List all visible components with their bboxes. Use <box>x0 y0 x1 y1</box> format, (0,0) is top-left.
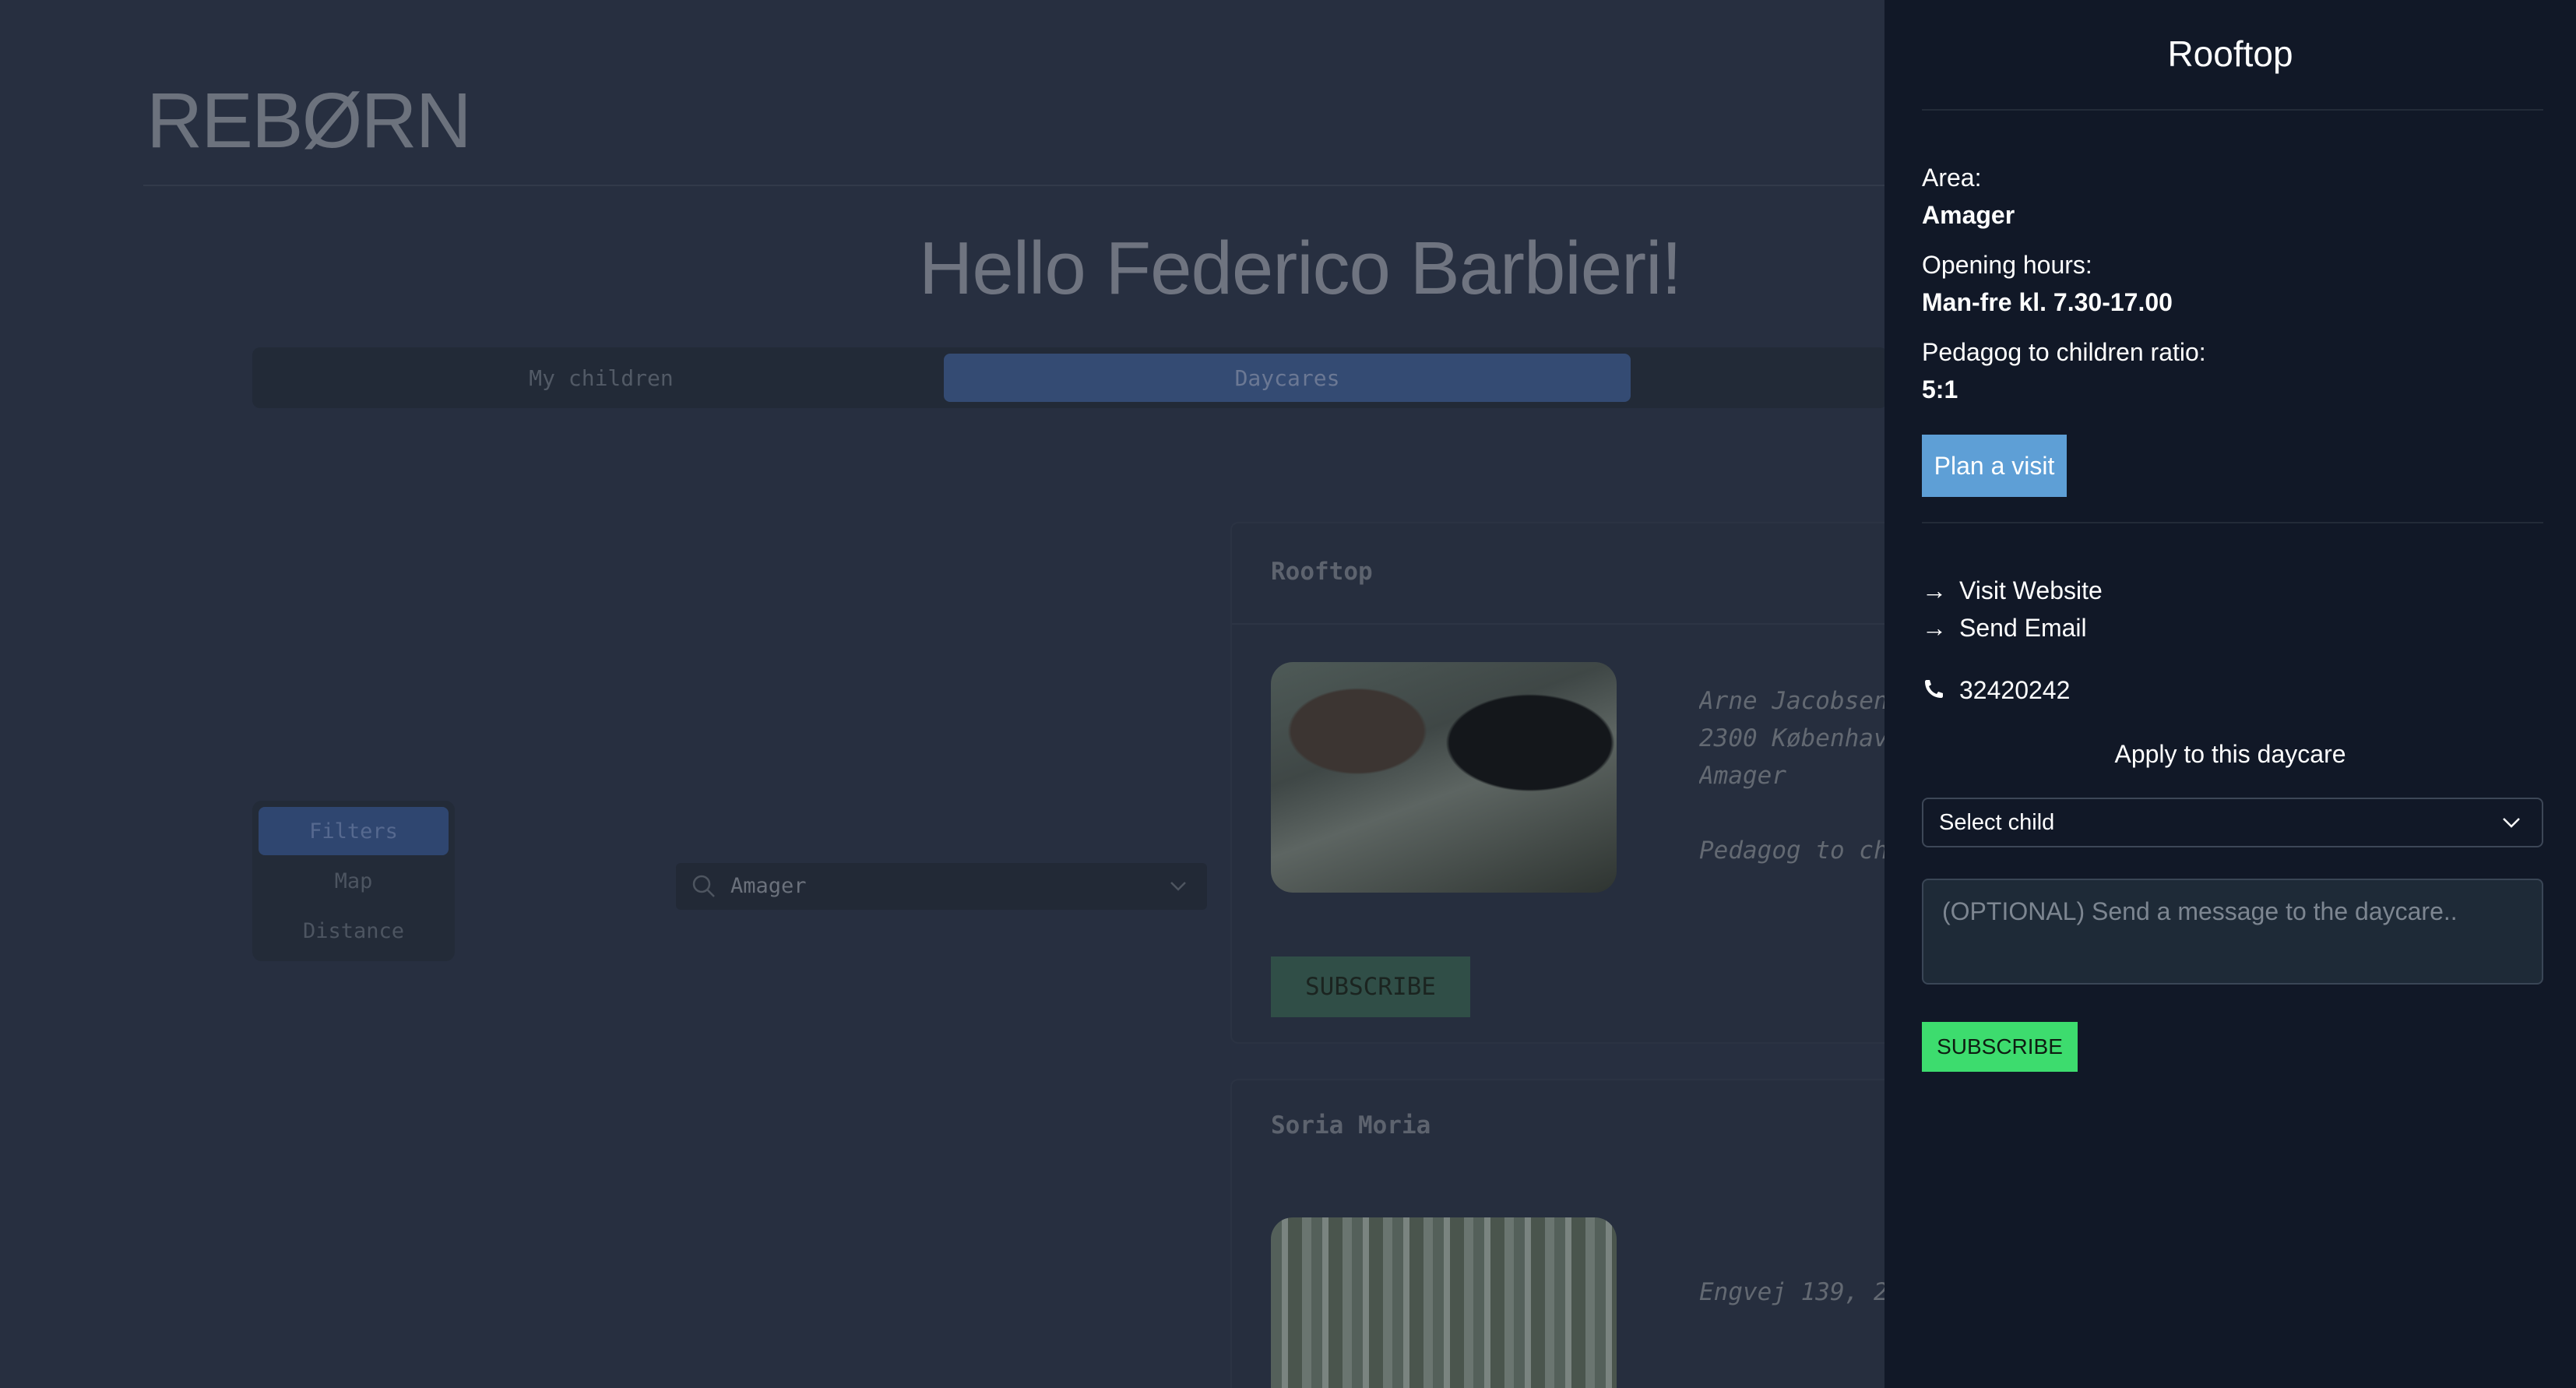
filter-tab-filters[interactable]: Filters <box>259 807 449 855</box>
card-address: Engvej 139, 2300 <box>1699 1274 1899 1311</box>
phone-number: 32420242 <box>1959 676 2071 704</box>
tab-my-children[interactable]: My children <box>260 354 942 402</box>
card-address: Arne Jacobsen 2300 København Amager Peda… <box>1699 682 1899 869</box>
filter-panel: Filters Map Distance <box>252 801 455 961</box>
tab-bar: My children Daycares <box>252 347 1888 408</box>
visit-website-label: Visit Website <box>1959 576 2103 604</box>
card-title: Rooftop <box>1271 558 1373 586</box>
phone-row: 32420242 <box>1922 676 2070 705</box>
send-email-label: Send Email <box>1959 614 2087 642</box>
search-value: Amager <box>730 874 807 898</box>
opening-hours-value: Man-fre kl. 7.30-17.00 <box>1922 288 2173 316</box>
page-greeting: Hello Federico Barbieri! <box>919 227 1682 310</box>
card-title: Soria Moria <box>1271 1111 1431 1140</box>
arrow-right-icon: → <box>1922 614 1947 642</box>
send-email-link[interactable]: → Send Email <box>1922 614 2087 643</box>
area-search-select[interactable]: Amager <box>676 863 1207 910</box>
daycare-photo <box>1271 662 1617 893</box>
daycare-detail-drawer: Rooftop Area: Amager Opening hours: Man-… <box>1884 0 2576 1388</box>
card-line: 2300 København <box>1699 724 1899 752</box>
message-textarea[interactable]: (OPTIONAL) Send a message to the daycare… <box>1922 879 2543 985</box>
select-child-dropdown[interactable]: Select child <box>1922 798 2543 847</box>
ratio-label: Pedagog to children ratio: <box>1922 338 2206 366</box>
subscribe-button[interactable]: SUBSCRIBE <box>1922 1022 2078 1072</box>
area-label: Area: <box>1922 164 1982 192</box>
card-line: Arne Jacobsen <box>1699 687 1888 715</box>
plan-visit-button[interactable]: Plan a visit <box>1922 435 2067 497</box>
visit-website-link[interactable]: → Visit Website <box>1922 576 2103 605</box>
card-divider <box>1232 623 1899 625</box>
apply-title: Apply to this daycare <box>2114 740 2346 768</box>
ratio-value: 5:1 <box>1922 375 1958 403</box>
daycare-card[interactable]: Rooftop Arne Jacobsen 2300 København Ama… <box>1230 522 1900 1044</box>
card-subscribe-button[interactable]: SUBSCRIBE <box>1271 956 1470 1017</box>
drawer-divider <box>1922 522 2543 523</box>
drawer-title: Rooftop <box>2167 33 2293 74</box>
filter-tab-distance[interactable]: Distance <box>259 907 449 955</box>
opening-hours-label: Opening hours: <box>1922 251 2092 279</box>
tab-daycares[interactable]: Daycares <box>944 354 1631 402</box>
card-spacer <box>1699 794 1899 832</box>
daycare-card[interactable]: Soria Moria Engvej 139, 2300 <box>1230 1079 1900 1388</box>
chevron-down-icon <box>1170 882 1186 891</box>
app-logo: REBØRN <box>146 77 472 164</box>
filter-tab-map[interactable]: Map <box>259 857 449 905</box>
header-divider <box>143 185 1888 186</box>
phone-icon <box>1925 679 1943 698</box>
daycare-photo <box>1271 1217 1617 1388</box>
card-line: Pedagog to children <box>1699 837 1899 865</box>
chevron-down-icon <box>2503 818 2520 828</box>
area-value: Amager <box>1922 201 2015 229</box>
card-line: Engvej 139, 2300 <box>1699 1278 1899 1306</box>
search-icon <box>692 875 715 897</box>
select-child-value: Select child <box>1939 809 2055 835</box>
arrow-right-icon: → <box>1922 576 1947 604</box>
drawer-divider <box>1922 109 2543 111</box>
card-line: Amager <box>1699 762 1786 790</box>
